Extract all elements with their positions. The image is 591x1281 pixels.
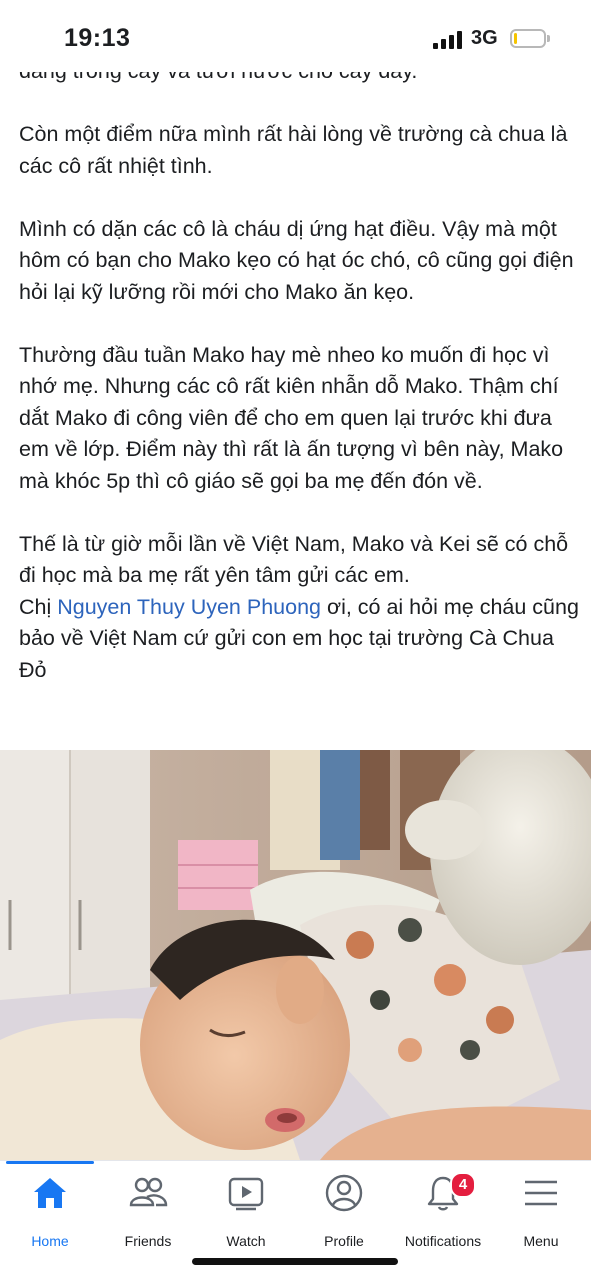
tab-friends[interactable]: Friends bbox=[98, 1173, 198, 1253]
post-sentence: Thế là từ giờ mỗi lần về Việt Nam, Mako … bbox=[19, 531, 569, 588]
tab-label: Notifications bbox=[404, 1233, 482, 1249]
tab-label: Watch bbox=[226, 1233, 266, 1249]
post-paragraph: Thế là từ giờ mỗi lần về Việt Nam, Mako … bbox=[19, 529, 579, 687]
notification-badge: 4 bbox=[450, 1172, 476, 1198]
post-paragraph: Thường đầu tuần Mako hay mè nheo ko muốn… bbox=[19, 342, 564, 493]
tab-profile[interactable]: Profile bbox=[294, 1173, 394, 1253]
tab-label: Profile bbox=[324, 1233, 364, 1249]
status-bar: 19:13 3G bbox=[0, 0, 591, 72]
status-time: 19:13 bbox=[64, 24, 131, 52]
tab-label: Friends bbox=[124, 1233, 172, 1249]
tab-label: Menu bbox=[523, 1233, 559, 1249]
battery-icon bbox=[510, 29, 546, 48]
mention-prefix: Chị bbox=[19, 594, 58, 619]
tab-notifications[interactable]: 4 Notifications bbox=[393, 1172, 493, 1253]
battery-tip bbox=[547, 35, 550, 42]
post-paragraph: Mình có dặn các cô là cháu dị ứng hạt đi… bbox=[19, 216, 574, 304]
network-type: 3G bbox=[471, 27, 498, 49]
home-indicator bbox=[192, 1258, 398, 1265]
sleeping-child-photo bbox=[0, 750, 591, 1160]
home-icon bbox=[34, 1178, 66, 1208]
tab-menu[interactable]: Menu bbox=[491, 1173, 591, 1253]
signal-strength-icon bbox=[433, 31, 463, 49]
profile-icon bbox=[325, 1174, 363, 1212]
post-photo[interactable] bbox=[0, 750, 591, 1160]
menu-icon bbox=[525, 1180, 557, 1206]
tab-watch[interactable]: Watch bbox=[196, 1173, 296, 1253]
tab-home[interactable]: Home bbox=[0, 1173, 100, 1253]
post-paragraph: Còn một điểm nữa mình rất hài lòng về tr… bbox=[19, 122, 568, 178]
active-tab-indicator bbox=[6, 1161, 94, 1164]
friends-icon bbox=[129, 1177, 168, 1207]
watch-icon bbox=[228, 1177, 264, 1211]
mention-link[interactable]: Nguyen Thuy Uyen Phuong bbox=[57, 595, 321, 619]
post-text: đang trồng cây và tưới nước cho cây đấy.… bbox=[19, 56, 579, 686]
tab-label: Home bbox=[31, 1233, 69, 1249]
